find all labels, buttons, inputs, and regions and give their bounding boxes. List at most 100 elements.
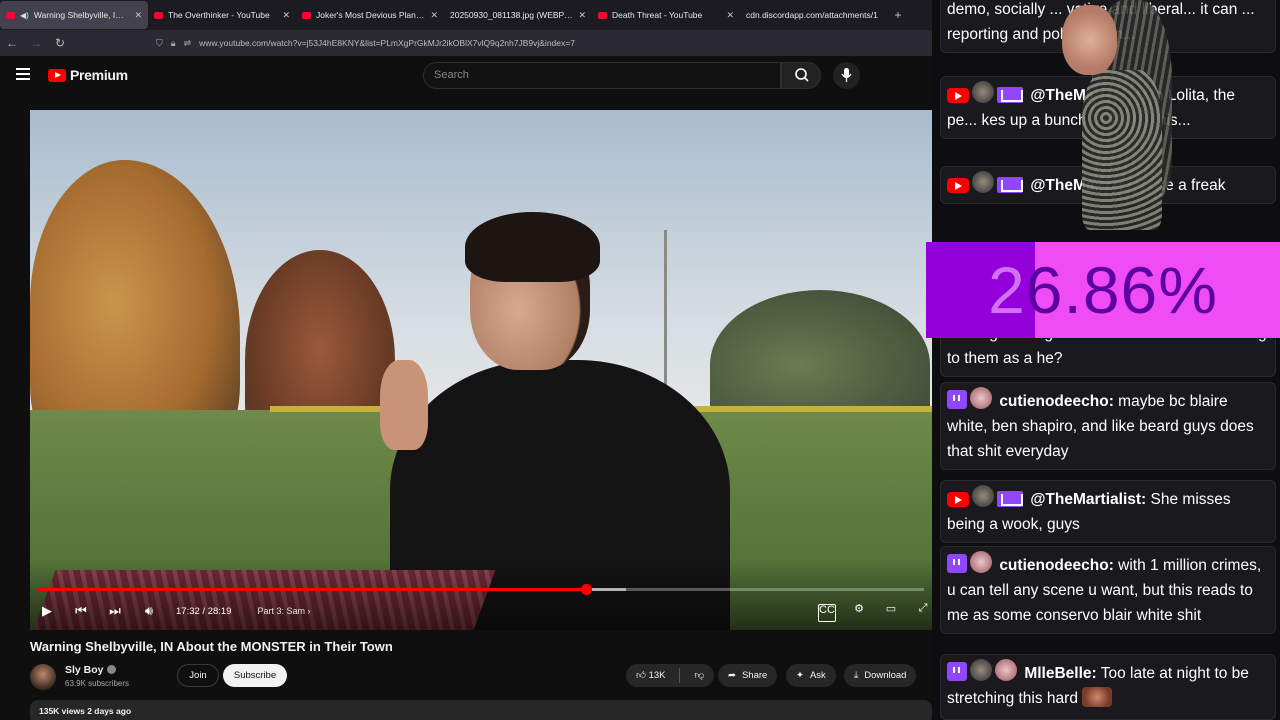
seek-bar[interactable] — [38, 584, 924, 595]
fullscreen-icon[interactable]: ⤢ — [914, 602, 932, 620]
youtube-logo[interactable]: Premium — [48, 67, 128, 83]
new-tab-icon[interactable]: + — [888, 8, 908, 22]
chapter-label: Part 3: Sam — [257, 606, 305, 616]
download-icon: ⤓ — [854, 670, 859, 681]
join-button[interactable]: Join — [177, 664, 219, 687]
channel-name[interactable]: Sly Boy — [65, 664, 116, 676]
search-button[interactable] — [781, 62, 821, 89]
back-icon[interactable]: ← — [0, 36, 24, 50]
permissions-icon: ⇌ — [183, 37, 192, 48]
avatar — [970, 659, 992, 681]
tab-title: The Overthinker - YouTube — [168, 10, 270, 20]
percent-value: 26.86% — [988, 253, 1218, 327]
download-label: Download — [864, 670, 907, 681]
close-icon[interactable]: ✕ — [430, 10, 438, 21]
buffered-bar — [586, 588, 627, 591]
sparkle-icon: ✦ — [796, 670, 804, 681]
youtube-icon — [947, 88, 969, 103]
play-icon[interactable]: ▶ — [30, 603, 64, 619]
video-title: Warning Shelbyville, IN About the MONSTE… — [30, 639, 393, 654]
like-button[interactable]: 👍︎ 13K — [636, 664, 665, 687]
tab-warning-shelbyville[interactable]: ◀) Warning Shelbyville, IN Ab ✕ — [0, 1, 148, 29]
chat-message: MlleBelle: Too late at night to be stret… — [940, 654, 1276, 720]
avatar — [970, 387, 992, 409]
captions-icon[interactable]: CC — [818, 604, 836, 622]
dislike-button[interactable]: 👎︎ — [694, 664, 704, 687]
logo-text: Premium — [70, 67, 128, 83]
tab-discord-cdn[interactable]: cdn.discordapp.com/attachments/1 — [740, 1, 888, 29]
volume-icon[interactable]: 🔊︎ — [132, 603, 166, 619]
share-label: Share — [741, 670, 768, 681]
ask-button[interactable]: ✦ Ask — [786, 664, 836, 687]
voice-search-button[interactable] — [833, 62, 860, 89]
username: @TheMartialist: — [1030, 491, 1147, 508]
youtube-header: Premium Search — [0, 56, 932, 96]
twitch-icon — [947, 390, 967, 409]
lock-icon: 🔒︎ — [170, 37, 176, 48]
previous-icon[interactable]: ⏮ — [64, 603, 98, 619]
chat-message: @TheMartialist: She misses being a wook,… — [940, 480, 1276, 543]
menu-icon[interactable] — [16, 68, 30, 80]
twitch-icon — [947, 662, 967, 681]
tab-title: 20250930_081138.jpg (WEBP Imag — [450, 10, 574, 20]
channel-row: Sly Boy 63.9K subscribers Join Subscribe… — [30, 660, 932, 692]
chat-message: cutienodeecho: with 1 million crimes, u … — [940, 546, 1276, 634]
close-icon[interactable]: ✕ — [726, 10, 734, 21]
youtube-icon — [154, 11, 163, 19]
close-icon[interactable]: ✕ — [282, 10, 290, 21]
youtube-icon — [598, 11, 607, 19]
tab-overthinker[interactable]: The Overthinker - YouTube ✕ — [148, 1, 296, 29]
close-icon[interactable]: ✕ — [134, 10, 142, 21]
forward-icon[interactable]: → — [24, 36, 48, 50]
username: cutienodeecho: — [999, 393, 1114, 410]
emote-icon — [1082, 687, 1113, 707]
share-icon: ➦ — [728, 670, 736, 681]
avatar — [972, 171, 994, 193]
description-box[interactable]: 135K views 2 days ago — [30, 700, 932, 720]
like-count: 13K — [648, 670, 666, 681]
percent-widget: 26.86% — [926, 242, 1280, 338]
tab-title: Joker's Most Devious Plan Yet - — [316, 10, 426, 20]
views-and-date: 135K views 2 days ago — [39, 706, 132, 716]
youtube-icon — [302, 11, 311, 19]
youtube-icon — [947, 178, 969, 193]
chapter-button[interactable]: Part 3: Sam › — [257, 606, 310, 616]
tab-joker[interactable]: Joker's Most Devious Plan Yet - ✕ — [296, 1, 444, 29]
search-input[interactable]: Search — [423, 62, 781, 89]
username: MlleBelle: — [1024, 665, 1097, 682]
tab-webp-image[interactable]: 20250930_081138.jpg (WEBP Imag ✕ — [444, 1, 592, 29]
verified-icon — [106, 665, 116, 674]
settings-icon[interactable]: ⚙ — [850, 602, 868, 620]
twitch-icon — [947, 554, 967, 573]
ask-label: Ask — [809, 670, 826, 681]
next-icon[interactable]: ⏭ — [98, 603, 132, 619]
crown-icon — [997, 87, 1023, 103]
player-controls: ▶ ⏮ ⏭ 🔊︎ 17:32 / 28:19 Part 3: Sam › CC … — [30, 598, 932, 624]
chat-message: cutienodeecho: maybe bc blaire white, be… — [940, 382, 1276, 470]
avatar — [970, 551, 992, 573]
thumbs-up-icon: 👍︎ — [636, 670, 646, 681]
avatar — [972, 485, 994, 507]
avatar[interactable] — [30, 664, 56, 690]
close-icon[interactable]: ✕ — [578, 10, 586, 21]
reload-icon[interactable]: ↻ — [48, 36, 72, 50]
browser-tabbar: ◀) Warning Shelbyville, IN Ab ✕ The Over… — [0, 0, 932, 30]
address-bar[interactable]: ⛉ 🔒︎ ⇌ www.youtube.com/watch?v=j53J4hE8K… — [156, 32, 756, 54]
speaker-icon[interactable]: ◀) — [20, 11, 29, 20]
avatar — [995, 659, 1017, 681]
streamer-cutout — [1052, 0, 1172, 235]
username: cutienodeecho: — [999, 557, 1114, 574]
video-player[interactable] — [30, 110, 932, 630]
youtube-icon — [947, 492, 969, 507]
share-button[interactable]: ➦ Share — [718, 664, 778, 687]
tab-death-threat[interactable]: Death Threat - YouTube ✕ — [592, 1, 740, 29]
subscribe-button[interactable]: Subscribe — [223, 664, 287, 687]
url-text: www.youtube.com/watch?v=j53J4hE8KNY&list… — [199, 38, 575, 48]
download-button[interactable]: ⤓ Download — [844, 664, 917, 687]
tab-title: Death Threat - YouTube — [612, 10, 703, 20]
crown-icon — [997, 491, 1023, 507]
crown-icon — [997, 177, 1023, 193]
browser-toolbar: ← → ↻ ⛉ 🔒︎ ⇌ www.youtube.com/watch?v=j53… — [0, 30, 932, 56]
theater-icon[interactable]: ▭ — [882, 602, 900, 620]
tab-title: Warning Shelbyville, IN Ab — [33, 10, 130, 20]
